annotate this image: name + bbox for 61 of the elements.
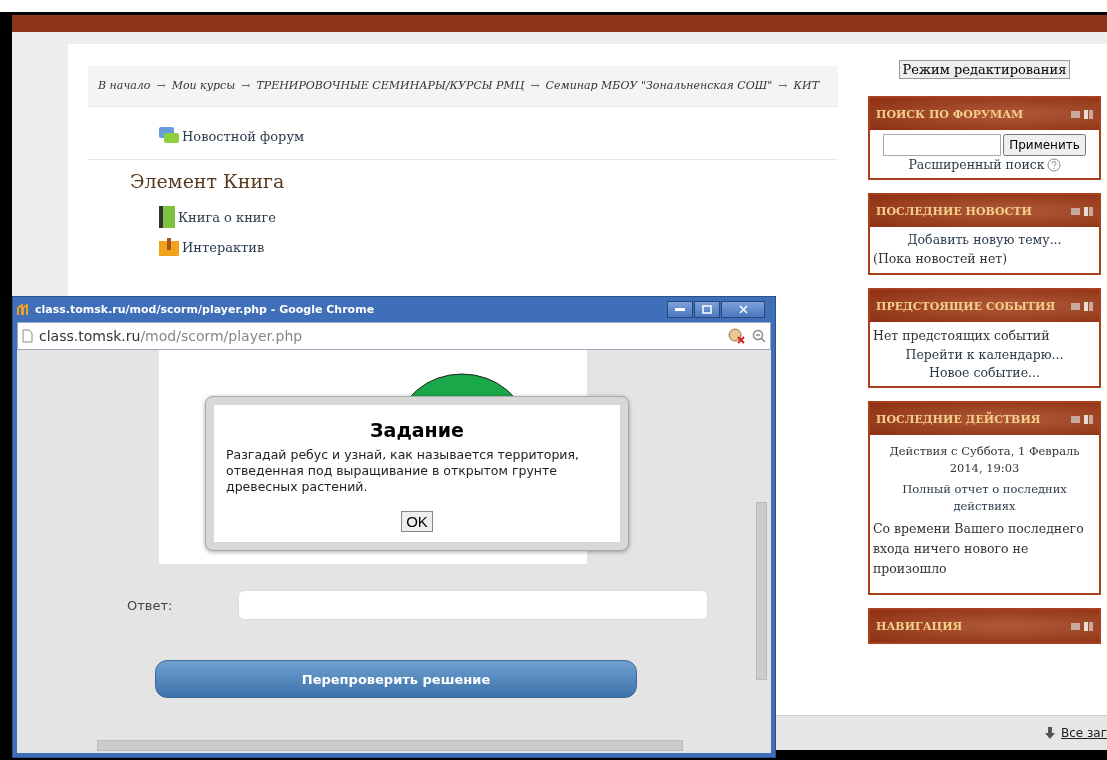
edit-mode-button[interactable]: Режим редактирования <box>898 60 1071 79</box>
dialog-text: Разгадай ребус и узнай, как называется территория, отведенная под выращивание в открытом грунте древесных растений. <box>226 447 580 495</box>
address-bar[interactable]: class.tomsk.ru/mod/scorm/player.php <box>17 322 771 350</box>
book-icon <box>158 205 176 229</box>
events-link[interactable]: Перейти к календарю... <box>905 346 1064 364</box>
apply-button[interactable]: Применить <box>1003 134 1086 156</box>
news-note: (Пока новостей нет) <box>873 250 1009 268</box>
maximize-icon <box>702 305 712 314</box>
block-title: ПОСЛЕДНИЕ НОВОСТИ <box>876 204 1032 218</box>
breadcrumb-link[interactable]: ТРЕНИРОВОЧНЫЕ СЕМИНАРЫ/КУРСЫ РМЦ <box>256 79 525 92</box>
page-icon <box>22 329 33 343</box>
vertical-scrollbar[interactable] <box>756 502 767 680</box>
breadcrumb-link[interactable]: В начало <box>98 79 151 92</box>
forum-link[interactable]: Новостной форум <box>182 128 305 144</box>
block-title: ПОИСК ПО ФОРУМАМ <box>876 107 1024 121</box>
ok-button[interactable]: OK <box>401 511 433 532</box>
recheck-button[interactable]: Перепроверить решение <box>155 660 637 698</box>
breadcrumb-link[interactable]: Мои курсы <box>171 79 236 92</box>
block-title: НАВИГАЦИЯ <box>876 619 963 633</box>
activity-link[interactable]: Интерактив <box>182 239 265 255</box>
url-text: class.tomsk.ru/mod/scorm/player.php <box>39 328 304 344</box>
maximize-button[interactable] <box>694 301 720 318</box>
block-title: ПОСЛЕДНИЕ ДЕЙСТВИЯ <box>876 412 1041 426</box>
block-controls-icon[interactable] <box>1071 206 1093 216</box>
breadcrumb-link[interactable]: Семинар МБОУ "Зональненская СОШ" <box>545 79 773 92</box>
arrow-separator: → <box>241 79 251 92</box>
arrow-separator: → <box>156 79 166 92</box>
all-downloads-link[interactable]: Все заг <box>1060 726 1107 740</box>
package-icon <box>158 237 180 257</box>
dialog-title: Задание <box>369 419 465 441</box>
block-controls-icon[interactable] <box>1071 414 1093 424</box>
download-icon <box>1044 727 1055 739</box>
add-topic-link[interactable]: Добавить новую тему... <box>907 231 1062 249</box>
answer-field[interactable] <box>238 590 709 620</box>
activity-link[interactable]: Книга о книге <box>178 209 276 225</box>
app-icon <box>17 303 31 316</box>
section-title: Элемент Книга <box>130 170 286 192</box>
block-title: ПРЕДСТОЯЩИЕ СОБЫТИЯ <box>876 299 1056 313</box>
arrow-separator: → <box>778 79 788 92</box>
help-icon[interactable] <box>1046 158 1061 172</box>
breadcrumb-link[interactable]: КИТ <box>793 79 819 92</box>
activity-note: Со времени Вашего последнего входа ничего нового не произошло <box>873 520 1085 578</box>
block-controls-icon[interactable] <box>1071 621 1093 631</box>
block-controls-icon[interactable] <box>1071 301 1093 311</box>
zoom-icon[interactable] <box>752 329 766 343</box>
blocked-plugin-icon[interactable] <box>728 328 746 344</box>
minimize-button[interactable] <box>667 301 693 318</box>
minimize-icon <box>675 307 685 312</box>
arrow-separator: → <box>530 79 540 92</box>
advanced-search-link[interactable]: Расширенный поиск <box>908 156 1045 174</box>
horizontal-scrollbar[interactable] <box>97 740 683 751</box>
events-link[interactable]: Новое событие... <box>929 364 1040 382</box>
full-report-link[interactable]: Полный отчет о последних действиях <box>873 481 1096 515</box>
search-field[interactable] <box>883 134 1002 156</box>
block-controls-icon[interactable] <box>1071 109 1093 119</box>
close-button[interactable] <box>721 301 765 318</box>
window-title: class.tomsk.ru/mod/scorm/player.php - Google Chrome <box>35 303 376 316</box>
events-note: Нет предстоящих событий <box>873 327 1051 345</box>
close-icon <box>738 305 748 314</box>
answer-label: Ответ: <box>127 597 173 613</box>
activity-since: Действия с Суббота, 1 Февраль 2014, 19:03 <box>888 443 1081 477</box>
